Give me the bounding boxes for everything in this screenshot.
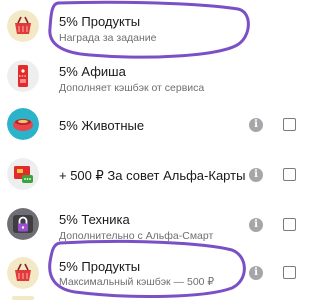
info-icon[interactable]: i [249,118,263,132]
basket-icon [7,257,39,289]
offer-subtitle: Дополнительно с Альфа-Смарт [59,230,214,242]
offer-row-products-max[interactable]: 5% Продукты Максимальный кэшбэк — 500 ₽ … [0,249,308,297]
offer-subtitle: Дополняет кэшбэк от сервиса [59,82,205,94]
offer-row-afisha[interactable]: 5% Афиша Дополняет кэшбэк от сервиса [0,52,308,100]
offer-checkbox[interactable] [283,118,296,131]
pet-bowl-icon [7,108,39,140]
offer-subtitle: Награда за задание [59,32,157,44]
offer-checkbox[interactable] [283,168,296,181]
partial-icon [12,296,34,300]
offer-title: + 500 ₽ За совет Альфа-Карты [59,168,246,183]
offer-row-tech[interactable]: 5% Техника Дополнительно с Альфа-Смарт i [0,200,308,248]
ticket-icon [7,60,39,92]
card-message-icon [7,158,39,190]
offer-subtitle: Максимальный кэшбэк — 500 ₽ [59,276,215,288]
offer-title: 5% Животные [59,118,145,133]
basket-icon [7,10,39,42]
offer-title: 5% Афиша [59,64,126,79]
info-icon[interactable]: i [249,218,263,232]
offer-title: 5% Продукты [59,14,141,29]
offer-title: 5% Продукты [59,259,141,274]
lock-icon [7,208,39,240]
offer-row-partial [0,296,308,300]
info-icon[interactable]: i [249,266,263,280]
offer-checkbox[interactable] [283,266,296,279]
offer-title: 5% Техника [59,212,130,227]
offer-row-products-reward[interactable]: 5% Продукты Награда за задание [0,2,308,50]
offer-checkbox[interactable] [283,218,296,231]
offer-row-alfa-card-advice[interactable]: + 500 ₽ За совет Альфа-Карты i [0,151,308,199]
offer-row-animals[interactable]: 5% Животные i [0,101,308,149]
info-icon[interactable]: i [249,168,263,182]
